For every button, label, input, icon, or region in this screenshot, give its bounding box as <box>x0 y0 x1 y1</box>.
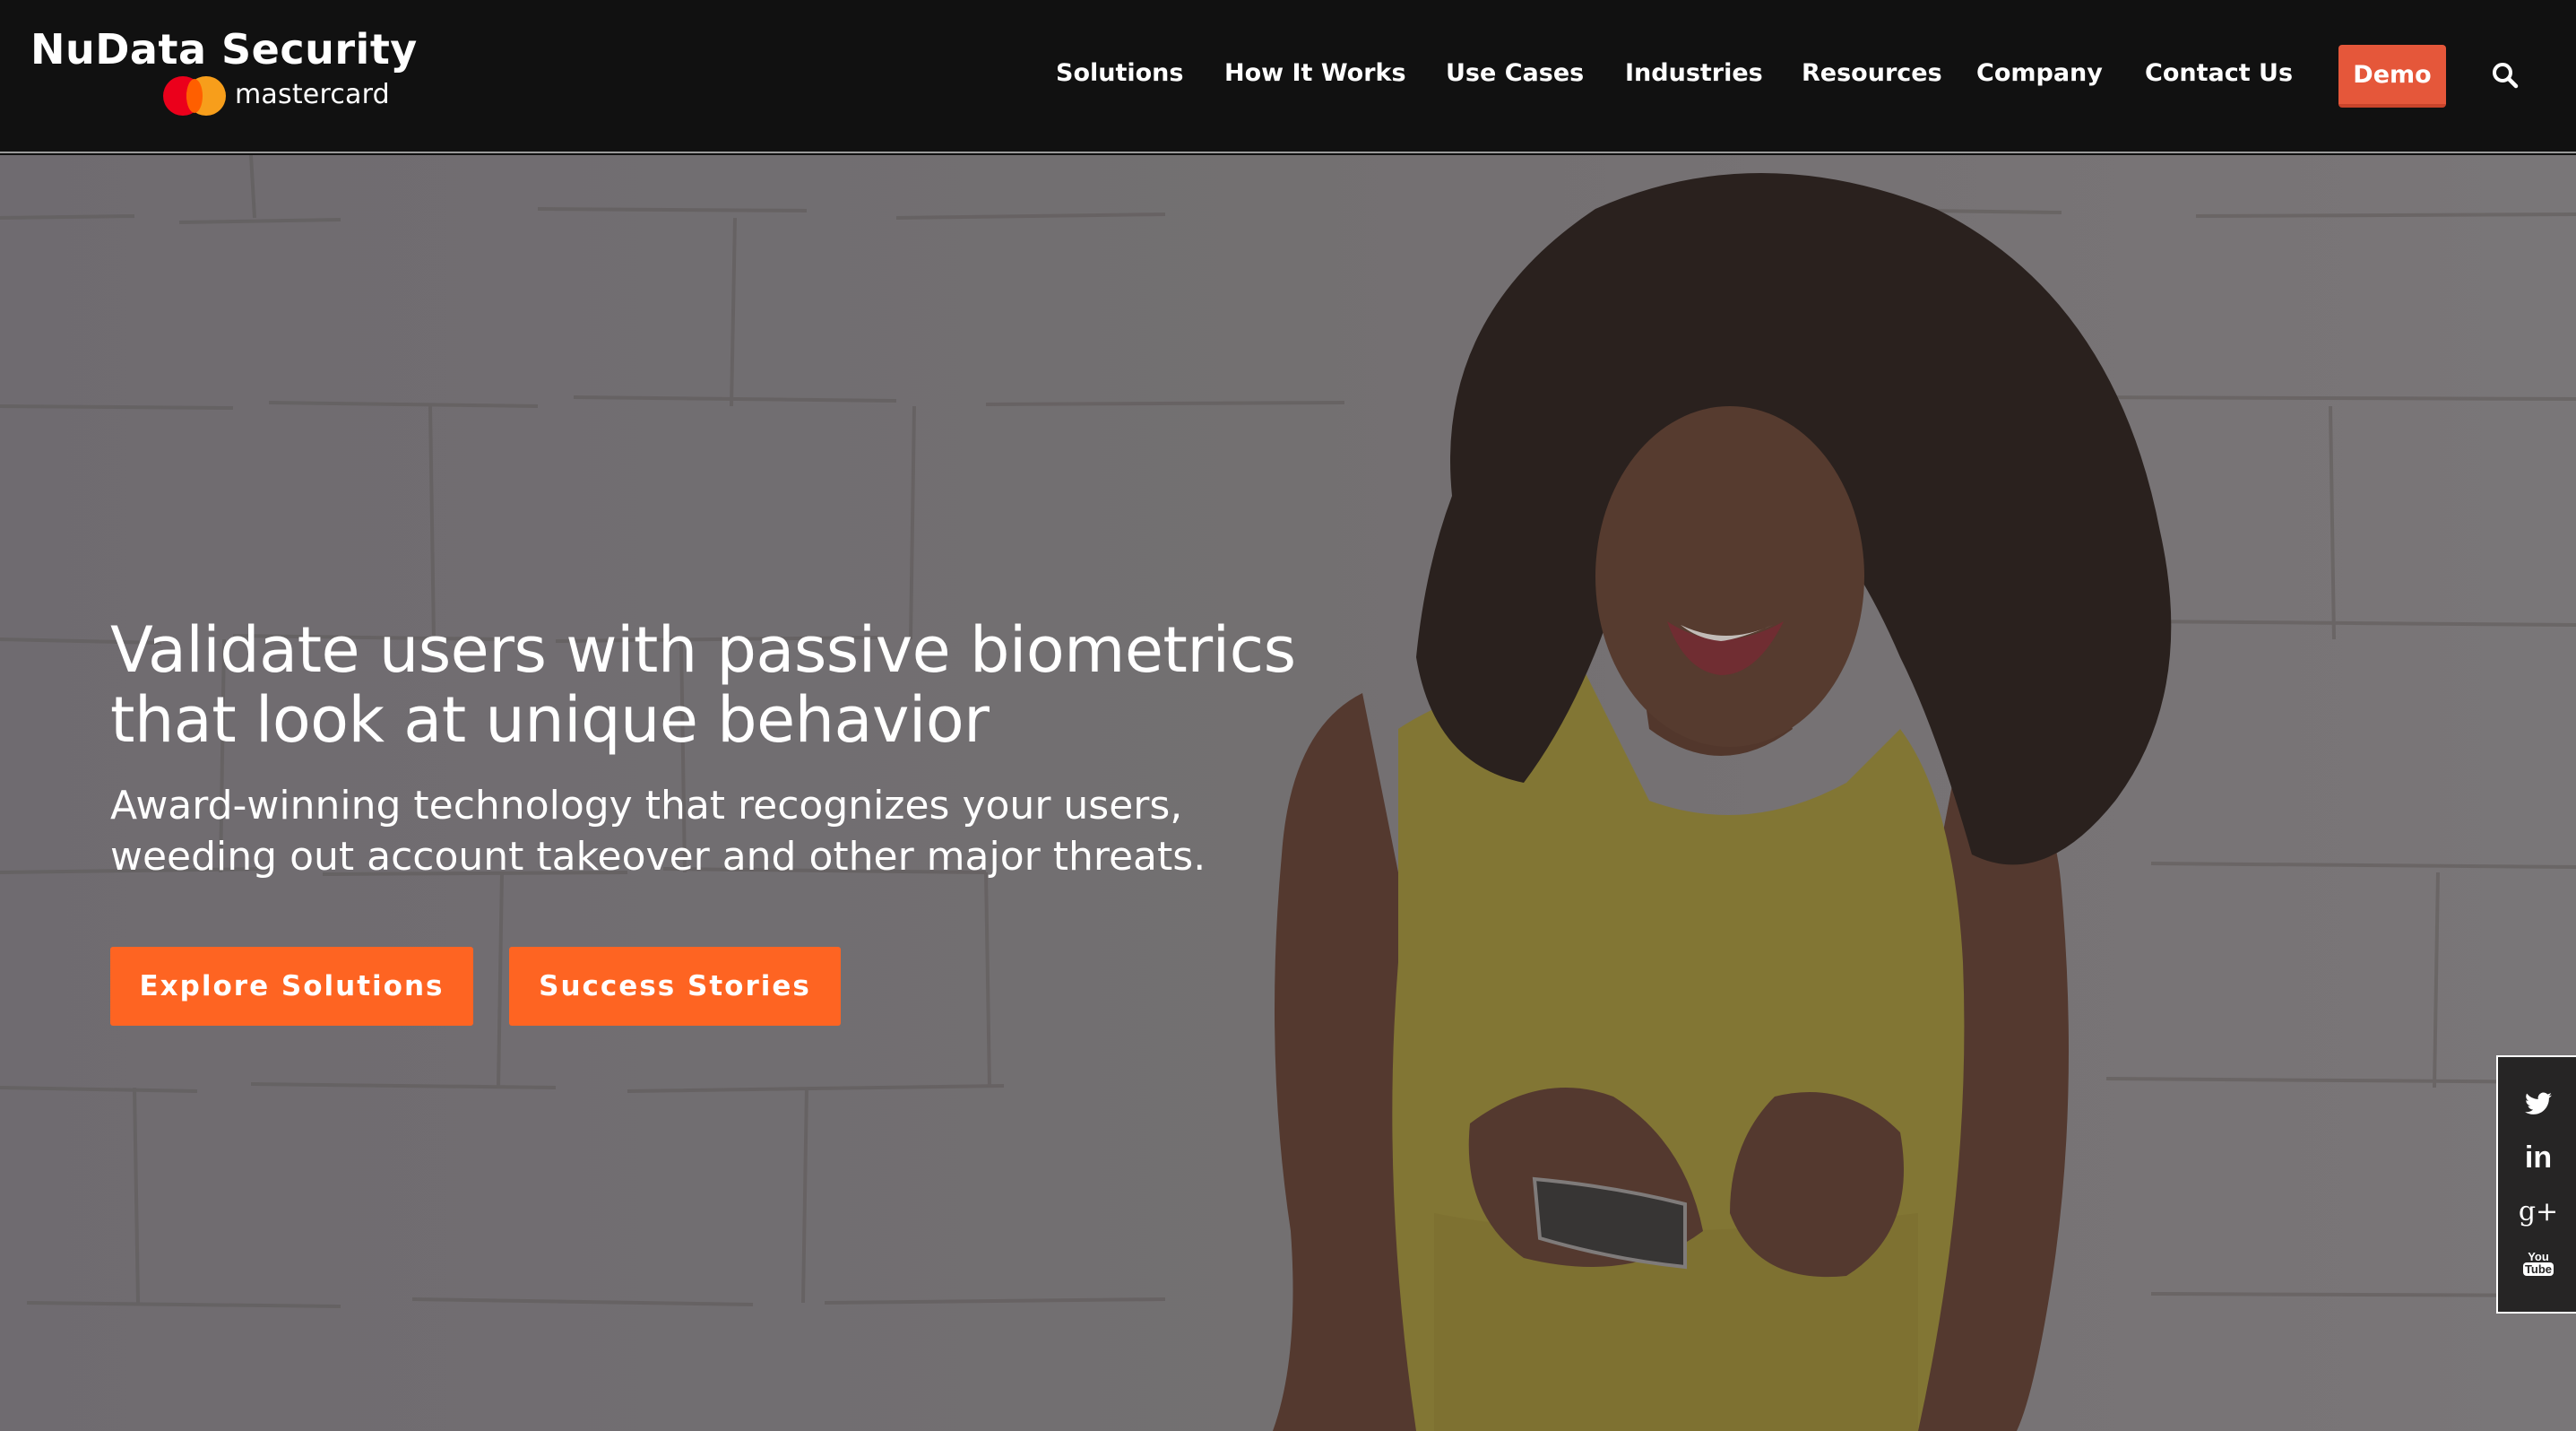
nav-item-resources[interactable]: Resources <box>1802 59 1942 87</box>
twitter-icon[interactable] <box>2523 1088 2554 1119</box>
youtube-you-text: You <box>2528 1250 2549 1263</box>
nav-item-use-cases[interactable]: Use Cases <box>1446 59 1584 87</box>
google-plus-icon[interactable]: g+ <box>2519 1196 2558 1227</box>
hero-subtitle-line-1: Award-winning technology that recognizes… <box>110 783 1183 828</box>
linkedin-icon[interactable]: in <box>2523 1140 2554 1175</box>
hero-text: Validate users with passive biometrics t… <box>110 615 1455 882</box>
nav-item-how-it-works[interactable]: How It Works <box>1224 59 1406 87</box>
demo-button[interactable]: Demo <box>2338 45 2446 108</box>
hero-title: Validate users with passive biometrics t… <box>110 615 1455 755</box>
main-nav: Solutions How It Works Use Cases Industr… <box>0 0 2576 153</box>
explore-solutions-button[interactable]: Explore Solutions <box>110 947 473 1026</box>
social-share-bar: in g+ You Tube <box>2496 1055 2576 1314</box>
nav-item-company[interactable]: Company <box>1976 59 2103 87</box>
youtube-tube-text: Tube <box>2522 1262 2554 1276</box>
site-header: NuData Security mastercard Solutions How… <box>0 0 2576 153</box>
nav-item-industries[interactable]: Industries <box>1625 59 1763 87</box>
hero-subtitle: Award-winning technology that recognizes… <box>110 780 1455 882</box>
nav-item-solutions[interactable]: Solutions <box>1056 59 1183 87</box>
hero-subtitle-line-2: weeding out account takeover and other m… <box>110 834 1206 880</box>
hero-title-line-2: that look at unique behavior <box>110 683 990 757</box>
nav-item-contact-us[interactable]: Contact Us <box>2145 59 2293 87</box>
hero-title-line-1: Validate users with passive biometrics <box>110 613 1296 687</box>
youtube-icon[interactable]: You Tube <box>2522 1248 2554 1279</box>
search-icon[interactable] <box>2491 61 2520 90</box>
success-stories-button[interactable]: Success Stories <box>509 947 841 1026</box>
